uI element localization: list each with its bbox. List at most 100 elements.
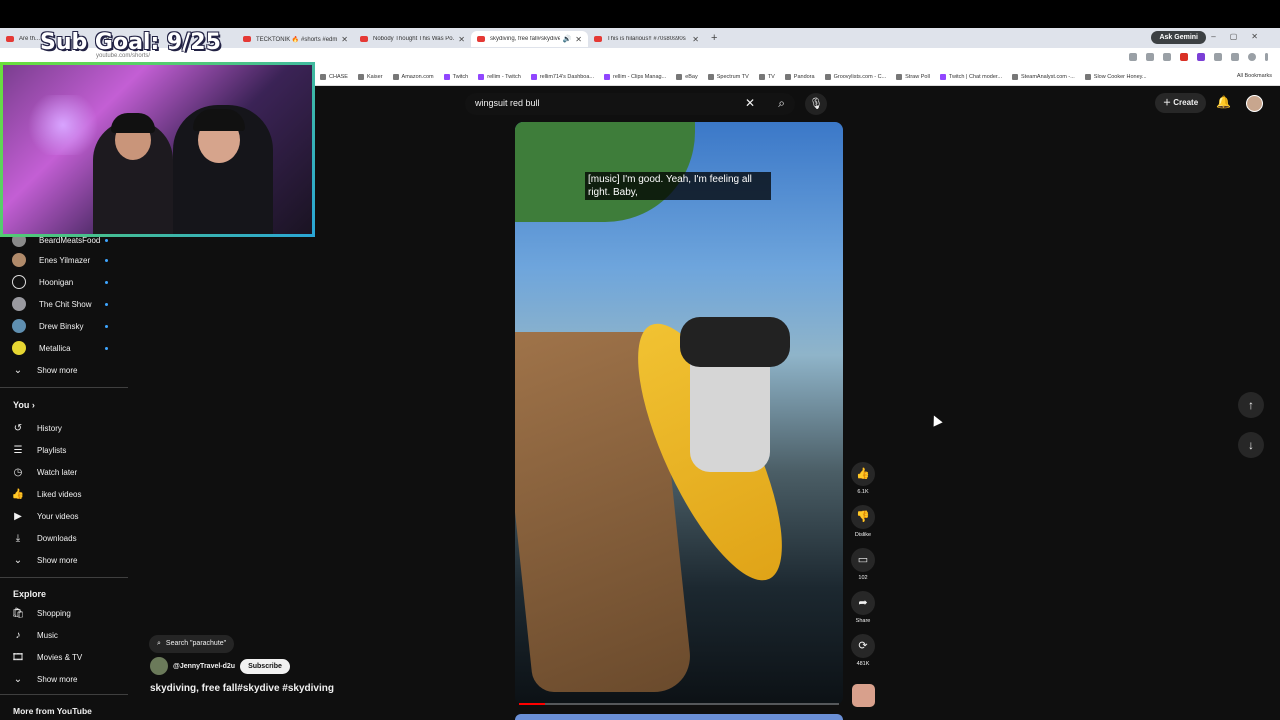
close-tab-icon[interactable]: ✕ — [341, 35, 348, 44]
extension-icon[interactable] — [1180, 53, 1188, 61]
bookmark[interactable]: Spectrum TV — [707, 73, 749, 80]
sidebar-item-downloads[interactable]: ⤓ Downloads — [12, 530, 122, 546]
avatar[interactable] — [1246, 95, 1263, 112]
sidebar-item-subscription[interactable]: Enes Yilmazer — [12, 252, 122, 268]
browser-tab[interactable]: TECKTONIK 🔥 #shorts #edm ✕ — [237, 31, 354, 47]
like-button[interactable]: 👍 6.1K — [851, 462, 875, 495]
all-bookmarks[interactable]: All Bookmarks — [1237, 73, 1272, 79]
shorts-video-player[interactable] — [515, 122, 843, 705]
next-short-button[interactable]: ↓ — [1238, 432, 1264, 458]
new-tab-icon[interactable]: + — [711, 32, 717, 44]
extension-icon[interactable] — [1197, 53, 1205, 61]
playlists-icon: ☰ — [13, 444, 23, 456]
spectrum-icon — [707, 73, 714, 80]
show-more-you[interactable]: ⌄ Show more — [12, 552, 122, 568]
sidebar-item-subscription[interactable]: Metallica — [12, 340, 122, 356]
sidebar-item-watch-later[interactable]: ◷ Watch later — [12, 464, 122, 480]
channel-avatar[interactable] — [150, 657, 168, 675]
subscribe-button[interactable]: Subscribe — [240, 658, 290, 674]
arrow-up-icon: ↑ — [1248, 398, 1254, 412]
speaker-icon[interactable]: 🔊 — [563, 35, 572, 43]
new-content-dot — [105, 239, 108, 242]
new-content-dot — [105, 281, 108, 284]
sidebar-item-shopping[interactable]: 🛍 Shopping — [12, 605, 122, 621]
browser-tab[interactable]: This is hilarious!! #70s80s90s ✕ — [588, 31, 705, 47]
bookmark[interactable]: CHASE — [320, 73, 348, 80]
bookmark[interactable]: eBay — [676, 73, 698, 80]
bookmark[interactable]: Amazon.com — [392, 73, 434, 80]
comments-button[interactable]: ▭ 102 — [851, 548, 875, 581]
sidebar-item-subscription[interactable]: The Chit Show — [12, 296, 122, 312]
extension-icon[interactable] — [1214, 53, 1222, 61]
bookmark[interactable]: Twitch | Chat moder... — [939, 73, 1002, 80]
dislike-button[interactable]: 👎 Dislike — [851, 505, 875, 538]
close-tab-icon[interactable]: ✕ — [575, 35, 582, 44]
sound-thumbnail[interactable] — [852, 684, 875, 707]
previous-short-button[interactable]: ↑ — [1238, 392, 1264, 418]
tv-icon — [758, 73, 765, 80]
sidebar-item-liked-videos[interactable]: 👍 Liked videos — [12, 486, 122, 502]
divider — [0, 577, 128, 578]
bookmark[interactable]: SteamAnalyst.com -... — [1012, 73, 1075, 80]
mic-icon[interactable]: 🎙 — [805, 93, 827, 115]
bookmark[interactable]: rellim714's Dashboa... — [530, 73, 594, 80]
bell-icon[interactable]: 🔔 — [1216, 95, 1231, 109]
bookmark-icon — [392, 73, 399, 80]
remix-button[interactable]: ⟳ 481K — [851, 634, 875, 667]
channel-name[interactable]: @JennyTravel-d2u — [173, 663, 235, 670]
bookmark[interactable]: Pandora — [784, 73, 815, 80]
profile-icon[interactable] — [1248, 53, 1256, 61]
sidebar-item-music[interactable]: ♪ Music — [12, 627, 122, 643]
new-content-dot — [105, 259, 108, 262]
browser-tab-active[interactable]: skydiving, free fall#skydive 🔊 ✕ — [471, 31, 588, 47]
video-progress-bar[interactable] — [519, 703, 839, 705]
bookmark[interactable]: rellim - Clips Manag... — [604, 73, 666, 80]
sidebar-item-movies-tv[interactable]: 🎞 Movies & TV — [12, 649, 122, 665]
video-title[interactable]: skydiving, free fall#skydive #skydiving — [150, 683, 334, 694]
sidebar-you-heading[interactable]: You › — [13, 400, 35, 410]
window-controls[interactable]: –▢✕ — [1211, 32, 1272, 41]
cast-icon[interactable] — [1146, 53, 1154, 61]
bookmark[interactable]: Straw Poll — [896, 73, 930, 80]
channel-avatar — [12, 297, 26, 311]
create-button[interactable]: ＋ Create — [1155, 93, 1207, 113]
sidebar-item-your-videos[interactable]: ▶ Your videos — [12, 508, 122, 524]
sub-goal-overlay: Sub Goal: 9/25 — [40, 30, 221, 55]
youtube-icon — [360, 36, 368, 42]
share-button[interactable]: ➦ Share — [851, 591, 875, 624]
thumbs-up-icon: 👍 — [851, 462, 875, 486]
close-tab-icon[interactable]: ✕ — [692, 35, 699, 44]
search-query[interactable]: wingsuit red bull — [475, 98, 540, 108]
thumbs-down-icon: 👎 — [851, 505, 875, 529]
clear-search-icon[interactable]: ✕ — [745, 96, 755, 110]
search-icon[interactable]: ⌕ — [778, 96, 785, 111]
show-more-explore[interactable]: ⌄ Show more — [12, 671, 122, 687]
sidebar-item-playlists[interactable]: ☰ Playlists — [12, 442, 122, 458]
show-more-subscriptions[interactable]: ⌄ Show more — [12, 362, 122, 378]
bookmark[interactable]: Slow Cooker Honey... — [1084, 73, 1147, 80]
browser-tab[interactable]: Nobody Thought This Was Po... ✕ — [354, 31, 471, 47]
menu-icon[interactable] — [1265, 53, 1268, 61]
next-video-preview[interactable] — [515, 714, 843, 720]
bookmark[interactable]: Kaiser — [357, 73, 383, 80]
sidebar-item-subscription[interactable]: Drew Binsky — [12, 318, 122, 334]
bookmark[interactable]: rellim - Twitch — [478, 73, 521, 80]
related-search-pill[interactable]: ⌕ Search "parachute" — [149, 635, 235, 653]
puzzle-icon[interactable] — [1231, 53, 1239, 61]
bookmark[interactable]: Groovylists.com - C... — [824, 73, 886, 80]
clock-icon: ◷ — [13, 466, 23, 478]
bookmark[interactable]: Twitch — [443, 73, 468, 80]
divider — [0, 387, 128, 388]
arrow-down-icon: ↓ — [1248, 438, 1254, 452]
bookmark[interactable]: TV — [758, 73, 775, 80]
zoom-icon[interactable] — [1129, 53, 1137, 61]
bookmark-icon — [320, 73, 326, 80]
shopping-bag-icon: 🛍 — [11, 607, 25, 619]
star-icon[interactable] — [1163, 53, 1171, 61]
search-input[interactable]: wingsuit red bull ✕ ⌕ — [465, 93, 795, 115]
sidebar-item-subscription[interactable]: Hoonigan — [12, 274, 122, 290]
ask-gemini-button[interactable]: Ask Gemini — [1151, 31, 1206, 44]
close-tab-icon[interactable]: ✕ — [458, 35, 465, 44]
bookmark-icon — [1084, 73, 1091, 80]
sidebar-item-history[interactable]: ↺ History — [12, 420, 122, 436]
